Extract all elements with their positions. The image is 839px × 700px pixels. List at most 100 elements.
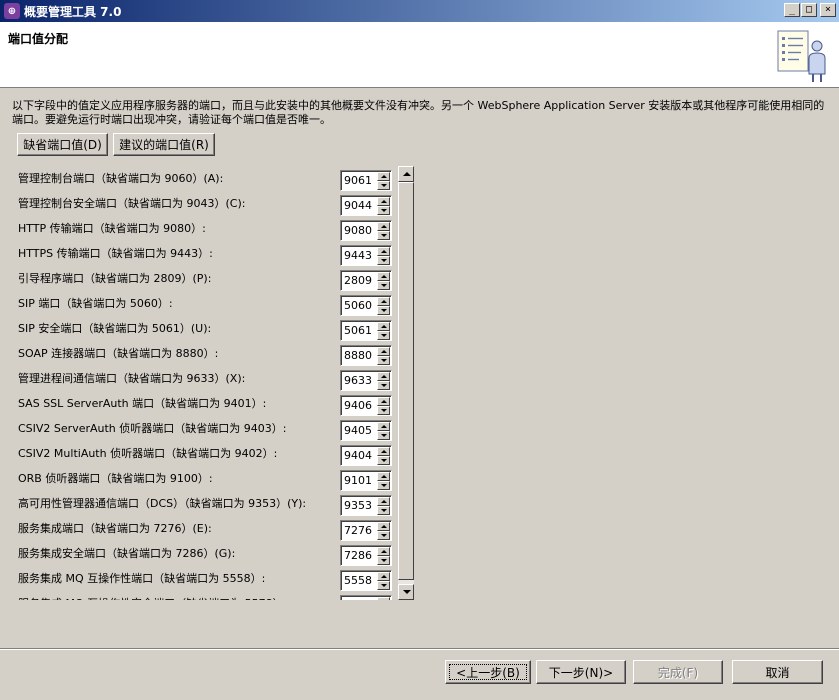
spin-up-button[interactable]	[377, 297, 390, 306]
spin-down-button[interactable]	[377, 381, 390, 390]
port-row: 管理控制台安全端口（缺省端口为 9043）(C): 9044	[12, 191, 398, 216]
back-button[interactable]: <上一步(B)	[445, 660, 531, 684]
spin-up-button[interactable]	[377, 172, 390, 181]
spin-down-button[interactable]	[377, 506, 390, 515]
spin-down-button[interactable]	[377, 356, 390, 365]
port-value-input[interactable]: 9443	[344, 249, 372, 262]
spin-down-button[interactable]	[377, 206, 390, 215]
spin-up-button[interactable]	[377, 347, 390, 356]
spin-down-button[interactable]	[377, 531, 390, 540]
spin-up-button[interactable]	[377, 572, 390, 581]
port-value-input[interactable]: 2809	[344, 274, 372, 287]
port-spinner[interactable]: 9405	[340, 420, 392, 441]
port-spinner[interactable]: 5061	[340, 320, 392, 341]
port-spinner[interactable]: 9044	[340, 195, 392, 216]
port-value-input[interactable]: 9044	[344, 199, 372, 212]
spin-down-button[interactable]	[377, 181, 390, 190]
port-value-input[interactable]: 5061	[344, 324, 372, 337]
minimize-button[interactable]: _	[784, 3, 800, 17]
port-label: 管理进程间通信端口（缺省端口为 9633）(X):	[18, 372, 246, 385]
spin-up-button[interactable]	[377, 522, 390, 531]
port-value-input[interactable]: 9404	[344, 449, 372, 462]
spin-down-button[interactable]	[377, 556, 390, 565]
scroll-down-button[interactable]	[398, 584, 414, 600]
port-list-scrollbar[interactable]	[398, 166, 414, 600]
suggested-ports-button[interactable]: 建议的端口值(R)	[113, 133, 215, 156]
port-spinner[interactable]: 5558	[340, 570, 392, 591]
spin-up-button[interactable]	[377, 472, 390, 481]
port-value-input[interactable]: 8880	[344, 349, 372, 362]
spin-up-button[interactable]	[377, 547, 390, 556]
port-spinner[interactable]: 9101	[340, 470, 392, 491]
port-spinner[interactable]: 7286	[340, 545, 392, 566]
port-row: 高可用性管理器通信端口（DCS）（缺省端口为 9353）(Y): 9353	[12, 491, 398, 516]
port-value-input[interactable]: 7276	[344, 524, 372, 537]
port-spinner[interactable]: 9061	[340, 170, 392, 191]
port-row: 管理进程间通信端口（缺省端口为 9633）(X): 9633	[12, 366, 398, 391]
spin-up-button[interactable]	[377, 197, 390, 206]
port-value-input[interactable]: 9080	[344, 224, 372, 237]
spin-up-button[interactable]	[377, 397, 390, 406]
spin-down-button[interactable]	[377, 331, 390, 340]
spin-down-button[interactable]	[377, 281, 390, 290]
port-value-input[interactable]: 9061	[344, 174, 372, 187]
port-value-input[interactable]: 7286	[344, 549, 372, 562]
port-label: 服务集成安全端口（缺省端口为 7286）(G):	[18, 547, 236, 560]
port-value-input[interactable]: 5578	[344, 599, 372, 600]
spin-down-button[interactable]	[377, 231, 390, 240]
port-row: HTTPS 传输端口（缺省端口为 9443）: 9443	[12, 241, 398, 266]
spin-up-button[interactable]	[377, 447, 390, 456]
scroll-up-button[interactable]	[398, 166, 414, 182]
port-spinner[interactable]: 9353	[340, 495, 392, 516]
page-title: 端口值分配	[8, 32, 69, 46]
spin-up-button[interactable]	[377, 322, 390, 331]
port-row: 服务集成安全端口（缺省端口为 7286）(G): 7286	[12, 541, 398, 566]
spin-down-button[interactable]	[377, 406, 390, 415]
port-label: CSIV2 MultiAuth 侦听器端口（缺省端口为 9402）:	[18, 447, 278, 460]
window-controls: _ □ ×	[783, 3, 836, 17]
port-spinner[interactable]: 2809	[340, 270, 392, 291]
spin-up-button[interactable]	[377, 422, 390, 431]
port-label: 引导程序端口（缺省端口为 2809）(P):	[18, 272, 212, 285]
finish-button[interactable]: 完成(F)	[633, 660, 723, 684]
spin-down-button[interactable]	[377, 306, 390, 315]
scroll-thumb[interactable]	[398, 182, 414, 580]
port-spinner[interactable]: 8880	[340, 345, 392, 366]
spin-up-button[interactable]	[377, 247, 390, 256]
next-button[interactable]: 下一步(N)>	[536, 660, 626, 684]
spin-up-button[interactable]	[377, 497, 390, 506]
port-value-input[interactable]: 9405	[344, 424, 372, 437]
port-label: 管理控制台端口（缺省端口为 9060）(A):	[18, 172, 224, 185]
spin-down-button[interactable]	[377, 581, 390, 590]
default-ports-button[interactable]: 缺省端口值(D)	[17, 133, 108, 156]
port-value-input[interactable]: 9353	[344, 499, 372, 512]
spin-down-button[interactable]	[377, 431, 390, 440]
spin-up-button[interactable]	[377, 272, 390, 281]
port-value-input[interactable]: 9406	[344, 399, 372, 412]
port-spinner[interactable]: 9633	[340, 370, 392, 391]
spin-up-button[interactable]	[377, 597, 390, 600]
port-spinner[interactable]: 5578	[340, 595, 392, 600]
port-spinner[interactable]: 5060	[340, 295, 392, 316]
port-row: CSIV2 MultiAuth 侦听器端口（缺省端口为 9402）: 9404	[12, 441, 398, 466]
close-button[interactable]: ×	[820, 3, 836, 17]
port-value-input[interactable]: 5060	[344, 299, 372, 312]
spin-down-button[interactable]	[377, 456, 390, 465]
spin-down-button[interactable]	[377, 256, 390, 265]
spin-up-button[interactable]	[377, 372, 390, 381]
port-value-input[interactable]: 9101	[344, 474, 372, 487]
spin-up-button[interactable]	[377, 222, 390, 231]
maximize-button[interactable]: □	[801, 3, 817, 17]
spin-down-button[interactable]	[377, 481, 390, 490]
port-value-input[interactable]: 9633	[344, 374, 372, 387]
port-value-input[interactable]: 5558	[344, 574, 372, 587]
port-row: ORB 侦听器端口（缺省端口为 9100）: 9101	[12, 466, 398, 491]
port-spinner[interactable]: 9443	[340, 245, 392, 266]
port-spinner[interactable]: 7276	[340, 520, 392, 541]
cancel-button[interactable]: 取消	[732, 660, 823, 684]
port-label: SAS SSL ServerAuth 端口（缺省端口为 9401）:	[18, 397, 267, 410]
port-spinner[interactable]: 9404	[340, 445, 392, 466]
port-row: SIP 端口（缺省端口为 5060）: 5060	[12, 291, 398, 316]
port-spinner[interactable]: 9080	[340, 220, 392, 241]
port-spinner[interactable]: 9406	[340, 395, 392, 416]
